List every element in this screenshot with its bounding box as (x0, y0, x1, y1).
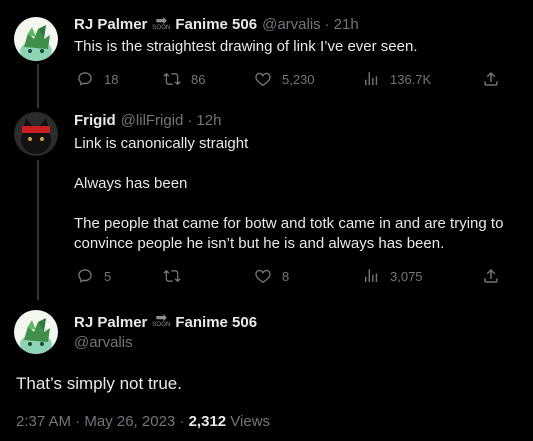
timestamp[interactable]: 21h (334, 15, 359, 35)
retweet-button[interactable] (163, 266, 191, 286)
tweet-text: That’s simply not true. (16, 374, 182, 393)
tweet-paragraph: Link is canonically straight (74, 135, 249, 152)
timestamp[interactable]: 2:37 AM · May 26, 2023 · (16, 413, 189, 430)
tweet-header: Frigid @lilFrigid · 12h (74, 111, 221, 131)
share-button[interactable] (482, 266, 500, 286)
tweet-paragraph: The people that came for botw and totk c… (74, 215, 504, 252)
tweet-actions: 18 86 5,230 136.7K (66, 69, 506, 89)
separator-dot: · (324, 16, 330, 33)
retweet-icon (163, 269, 181, 283)
views-icon (365, 269, 378, 282)
retweet-icon (163, 72, 181, 86)
tweet-text: Link is canonically straight Always has … (74, 134, 524, 254)
reply-button[interactable]: 18 (76, 69, 118, 89)
views-label: Views (226, 413, 271, 430)
avatar[interactable] (14, 310, 58, 354)
like-button[interactable]: 5,230 (254, 69, 315, 89)
user-handle[interactable]: @arvalis (262, 15, 321, 35)
like-icon (255, 269, 271, 284)
avatar[interactable] (14, 112, 58, 156)
retweet-button[interactable]: 86 (163, 69, 205, 89)
soon-arrow-icon: ➡ SOON (152, 309, 171, 328)
separator-dot: · (187, 112, 193, 129)
views-icon (365, 72, 378, 85)
reply-icon (78, 269, 92, 283)
user-handle[interactable]: @lilFrigid (121, 111, 184, 131)
reply-count: 18 (104, 71, 119, 87)
tweet-text: This is the straightest drawing of link … (74, 37, 524, 57)
bulbasaur-avatar-icon (14, 17, 58, 61)
bulbasaur-avatar-icon (14, 310, 58, 354)
display-name-suffix[interactable]: Fanime 506 (175, 314, 257, 331)
thread-line (37, 64, 39, 108)
like-button[interactable]: 8 (254, 266, 289, 286)
display-name[interactable]: Frigid (74, 111, 116, 131)
user-handle[interactable]: @arvalis (74, 334, 133, 351)
tweet-paragraph: Always has been (74, 175, 188, 192)
tweet-meta: 2:37 AM · May 26, 2023 · 2,312 Views (16, 413, 270, 430)
share-icon (484, 268, 498, 283)
reply-count: 5 (104, 268, 112, 284)
like-icon (255, 72, 271, 87)
views-button[interactable]: 136.7K (362, 69, 431, 89)
reply-button[interactable]: 5 (76, 266, 111, 286)
black-cat-avatar-icon (14, 112, 58, 156)
views-button[interactable]: 3,075 (362, 266, 423, 286)
thread-line (37, 160, 39, 300)
views-count: 2,312 (188, 413, 227, 430)
display-name[interactable]: RJ Palmer (74, 314, 147, 331)
like-count: 8 (282, 268, 290, 284)
tweet-text-line: This is the straightest drawing of link … (74, 38, 418, 55)
tweet-header: RJ Palmer ➡ SOON Fanime 506 (74, 309, 257, 331)
timestamp[interactable]: 12h (196, 111, 221, 131)
share-icon (484, 71, 498, 86)
display-name-suffix[interactable]: Fanime 506 (175, 15, 257, 35)
avatar[interactable] (14, 17, 58, 61)
share-button[interactable] (482, 69, 500, 89)
like-count: 5,230 (282, 71, 315, 87)
views-count: 3,075 (390, 268, 423, 284)
soon-arrow-icon: ➡ SOON (152, 12, 171, 31)
tweet-actions: 5 8 3,075 (66, 266, 506, 286)
views-count: 136.7K (390, 71, 432, 87)
display-name[interactable]: RJ Palmer (74, 15, 147, 35)
reply-icon (78, 72, 92, 86)
tweet-header: RJ Palmer ➡ SOON Fanime 506 @arvalis · 2… (74, 12, 359, 35)
retweet-count: 86 (191, 71, 206, 87)
